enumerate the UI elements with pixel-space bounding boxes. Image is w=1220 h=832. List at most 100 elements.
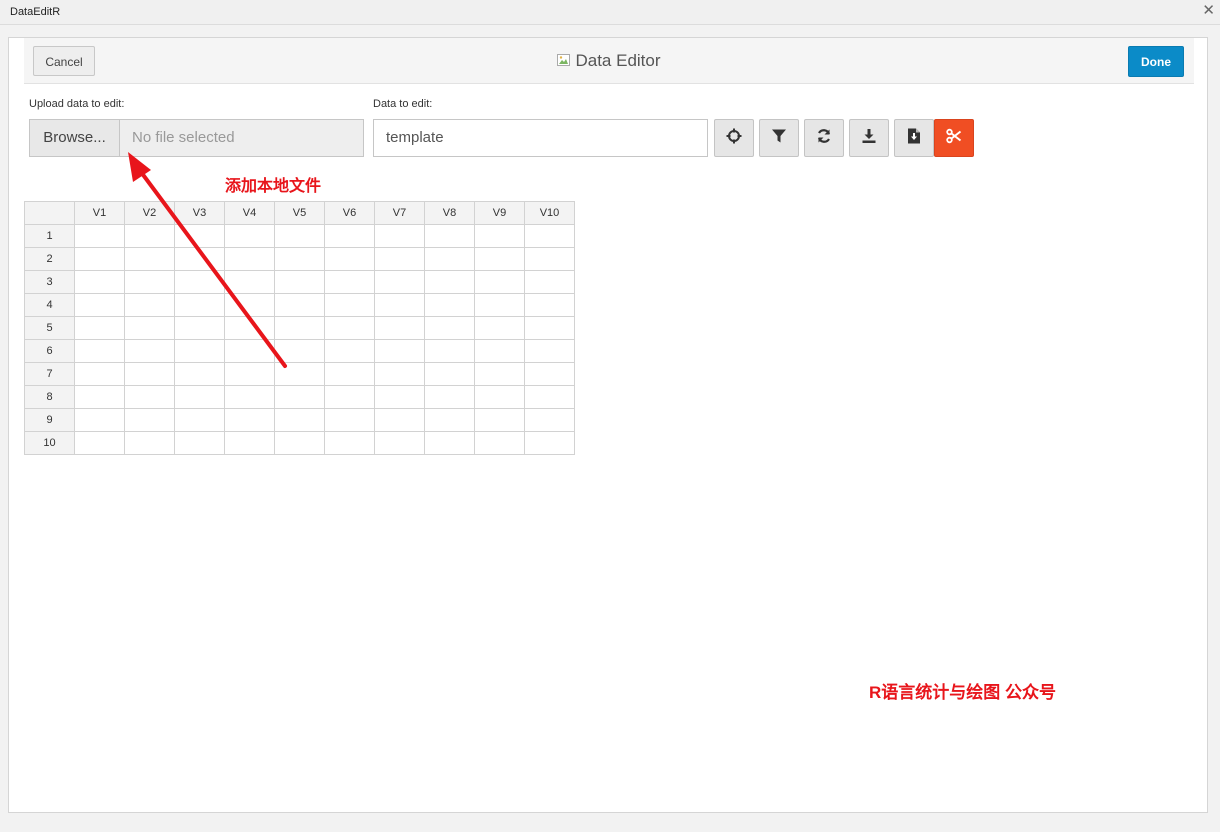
table-cell[interactable] [274, 247, 325, 271]
table-cell[interactable] [374, 339, 425, 363]
table-cell[interactable] [124, 224, 175, 248]
table-cell[interactable] [224, 431, 275, 455]
column-header[interactable]: V6 [324, 201, 375, 225]
table-cell[interactable] [224, 316, 275, 340]
table-cell[interactable] [374, 247, 425, 271]
data-table[interactable]: V1 V2 V3 V4 V5 V6 V7 V8 V9 V10 1 2 3 4 5 6 7 8 9 10 [24, 201, 575, 455]
row-header[interactable]: 10 [24, 431, 75, 455]
table-cell[interactable] [224, 362, 275, 386]
table-cell[interactable] [524, 431, 575, 455]
table-cell[interactable] [224, 224, 275, 248]
table-cell[interactable] [374, 362, 425, 386]
table-cell[interactable] [374, 385, 425, 409]
table-cell[interactable] [274, 431, 325, 455]
table-cell[interactable] [324, 431, 375, 455]
table-cell[interactable] [474, 339, 525, 363]
table-cell[interactable] [224, 247, 275, 271]
table-cell[interactable] [424, 408, 475, 432]
table-cell[interactable] [274, 224, 325, 248]
table-cell[interactable] [174, 431, 225, 455]
column-header[interactable]: V1 [74, 201, 125, 225]
table-cell[interactable] [274, 385, 325, 409]
table-cell[interactable] [524, 339, 575, 363]
table-cell[interactable] [524, 316, 575, 340]
table-cell[interactable] [274, 270, 325, 294]
row-header[interactable]: 5 [24, 316, 75, 340]
cut-button[interactable] [934, 119, 974, 157]
table-cell[interactable] [424, 339, 475, 363]
table-cell[interactable] [324, 247, 375, 271]
table-cell[interactable] [374, 293, 425, 317]
table-cell[interactable] [274, 408, 325, 432]
sync-button[interactable] [804, 119, 844, 157]
column-header[interactable]: V7 [374, 201, 425, 225]
table-cell[interactable] [174, 293, 225, 317]
table-cell[interactable] [524, 293, 575, 317]
table-cell[interactable] [324, 385, 375, 409]
table-cell[interactable] [324, 339, 375, 363]
table-cell[interactable] [174, 316, 225, 340]
table-cell[interactable] [74, 293, 125, 317]
table-cell[interactable] [474, 224, 525, 248]
table-cell[interactable] [474, 408, 525, 432]
table-cell[interactable] [374, 270, 425, 294]
table-cell[interactable] [124, 339, 175, 363]
table-cell[interactable] [324, 362, 375, 386]
table-cell[interactable] [374, 431, 425, 455]
close-icon[interactable]: ✕ [1202, 3, 1215, 19]
table-cell[interactable] [174, 408, 225, 432]
table-cell[interactable] [324, 316, 375, 340]
table-cell[interactable] [124, 362, 175, 386]
table-cell[interactable] [224, 339, 275, 363]
table-cell[interactable] [124, 385, 175, 409]
table-cell[interactable] [224, 270, 275, 294]
row-header[interactable]: 7 [24, 362, 75, 386]
row-header[interactable]: 8 [24, 385, 75, 409]
column-header[interactable]: V4 [224, 201, 275, 225]
table-cell[interactable] [174, 385, 225, 409]
table-cell[interactable] [124, 247, 175, 271]
browse-button[interactable]: Browse... [29, 119, 120, 157]
table-cell[interactable] [324, 408, 375, 432]
table-cell[interactable] [74, 339, 125, 363]
table-cell[interactable] [174, 270, 225, 294]
table-cell[interactable] [474, 293, 525, 317]
select-data-button[interactable] [714, 119, 754, 157]
table-cell[interactable] [274, 293, 325, 317]
table-cell[interactable] [524, 408, 575, 432]
table-cell[interactable] [324, 270, 375, 294]
file-download-button[interactable] [894, 119, 934, 157]
table-cell[interactable] [74, 362, 125, 386]
table-cell[interactable] [124, 316, 175, 340]
table-cell[interactable] [274, 316, 325, 340]
table-cell[interactable] [424, 362, 475, 386]
table-cell[interactable] [524, 270, 575, 294]
table-cell[interactable] [224, 408, 275, 432]
table-cell[interactable] [124, 270, 175, 294]
column-header[interactable]: V9 [474, 201, 525, 225]
table-cell[interactable] [524, 385, 575, 409]
table-cell[interactable] [74, 224, 125, 248]
filter-button[interactable] [759, 119, 799, 157]
row-header[interactable]: 4 [24, 293, 75, 317]
table-cell[interactable] [174, 362, 225, 386]
table-cell[interactable] [474, 270, 525, 294]
table-cell[interactable] [124, 431, 175, 455]
table-cell[interactable] [324, 224, 375, 248]
table-cell[interactable] [474, 316, 525, 340]
table-cell[interactable] [424, 224, 475, 248]
file-name-field[interactable]: No file selected [119, 119, 364, 157]
row-header[interactable]: 9 [24, 408, 75, 432]
table-cell[interactable] [324, 293, 375, 317]
table-cell[interactable] [424, 385, 475, 409]
table-cell[interactable] [424, 431, 475, 455]
table-cell[interactable] [74, 316, 125, 340]
table-cell[interactable] [474, 362, 525, 386]
table-cell[interactable] [524, 247, 575, 271]
table-cell[interactable] [124, 293, 175, 317]
row-header[interactable]: 3 [24, 270, 75, 294]
table-cell[interactable] [424, 316, 475, 340]
table-cell[interactable] [374, 316, 425, 340]
table-cell[interactable] [474, 431, 525, 455]
table-cell[interactable] [174, 247, 225, 271]
